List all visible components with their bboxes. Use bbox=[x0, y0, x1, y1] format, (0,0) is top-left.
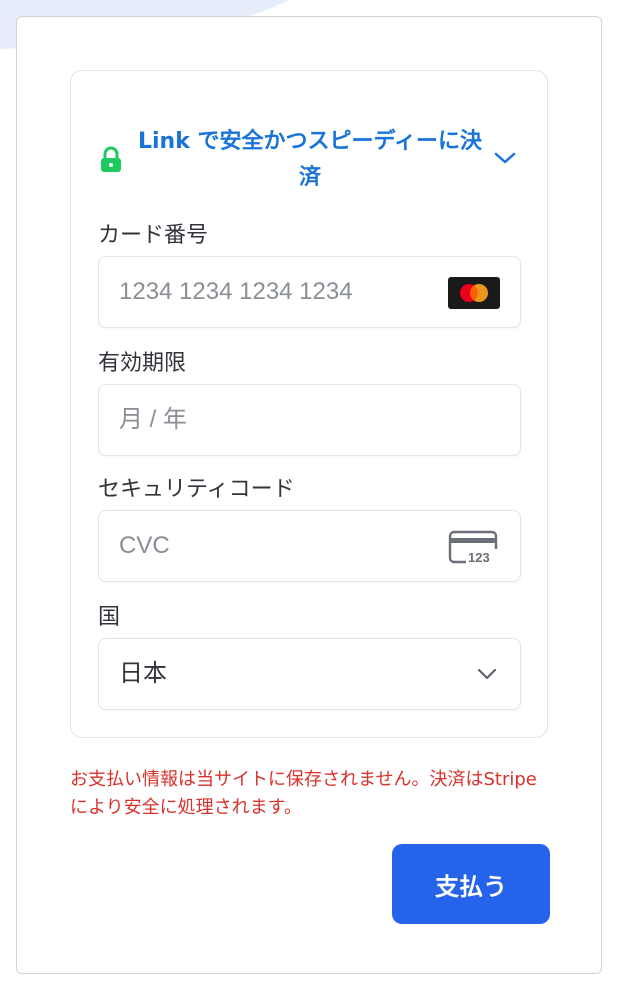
expiry-field bbox=[98, 384, 521, 456]
country-select[interactable]: 日本 bbox=[98, 638, 521, 710]
cvc-card-icon: 123 bbox=[448, 530, 499, 565]
card-number-input[interactable] bbox=[119, 257, 419, 327]
link-pay-toggle[interactable]: Link で安全かつスピーディーに決済 bbox=[98, 124, 520, 196]
security-notice: お支払い情報は当サイトに保存されません。決済はStripeにより安全に処理されま… bbox=[70, 769, 537, 818]
security-code-field: 123 bbox=[98, 510, 521, 582]
expiry-input[interactable] bbox=[119, 385, 419, 455]
lock-icon bbox=[101, 146, 121, 172]
cvc-input[interactable] bbox=[119, 511, 419, 581]
mastercard-icon bbox=[448, 277, 500, 309]
pay-button[interactable]: 支払う bbox=[392, 844, 550, 924]
cvc-icon-text: 123 bbox=[468, 550, 490, 565]
link-pay-label: Link で安全かつスピーディーに決済 bbox=[138, 129, 482, 190]
card-number-field bbox=[98, 256, 521, 328]
country-label: 国 bbox=[98, 605, 121, 630]
chevron-down-icon bbox=[477, 668, 497, 680]
expiry-label: 有効期限 bbox=[98, 351, 187, 376]
checkout-page: Link で安全かつスピーディーに決済 カード番号 有効期限 セキュリティコード… bbox=[0, 0, 620, 992]
security-code-label: セキュリティコード bbox=[98, 477, 295, 502]
chevron-down-icon bbox=[494, 152, 516, 164]
card-number-label: カード番号 bbox=[98, 223, 209, 248]
country-selected-value: 日本 bbox=[119, 660, 167, 687]
